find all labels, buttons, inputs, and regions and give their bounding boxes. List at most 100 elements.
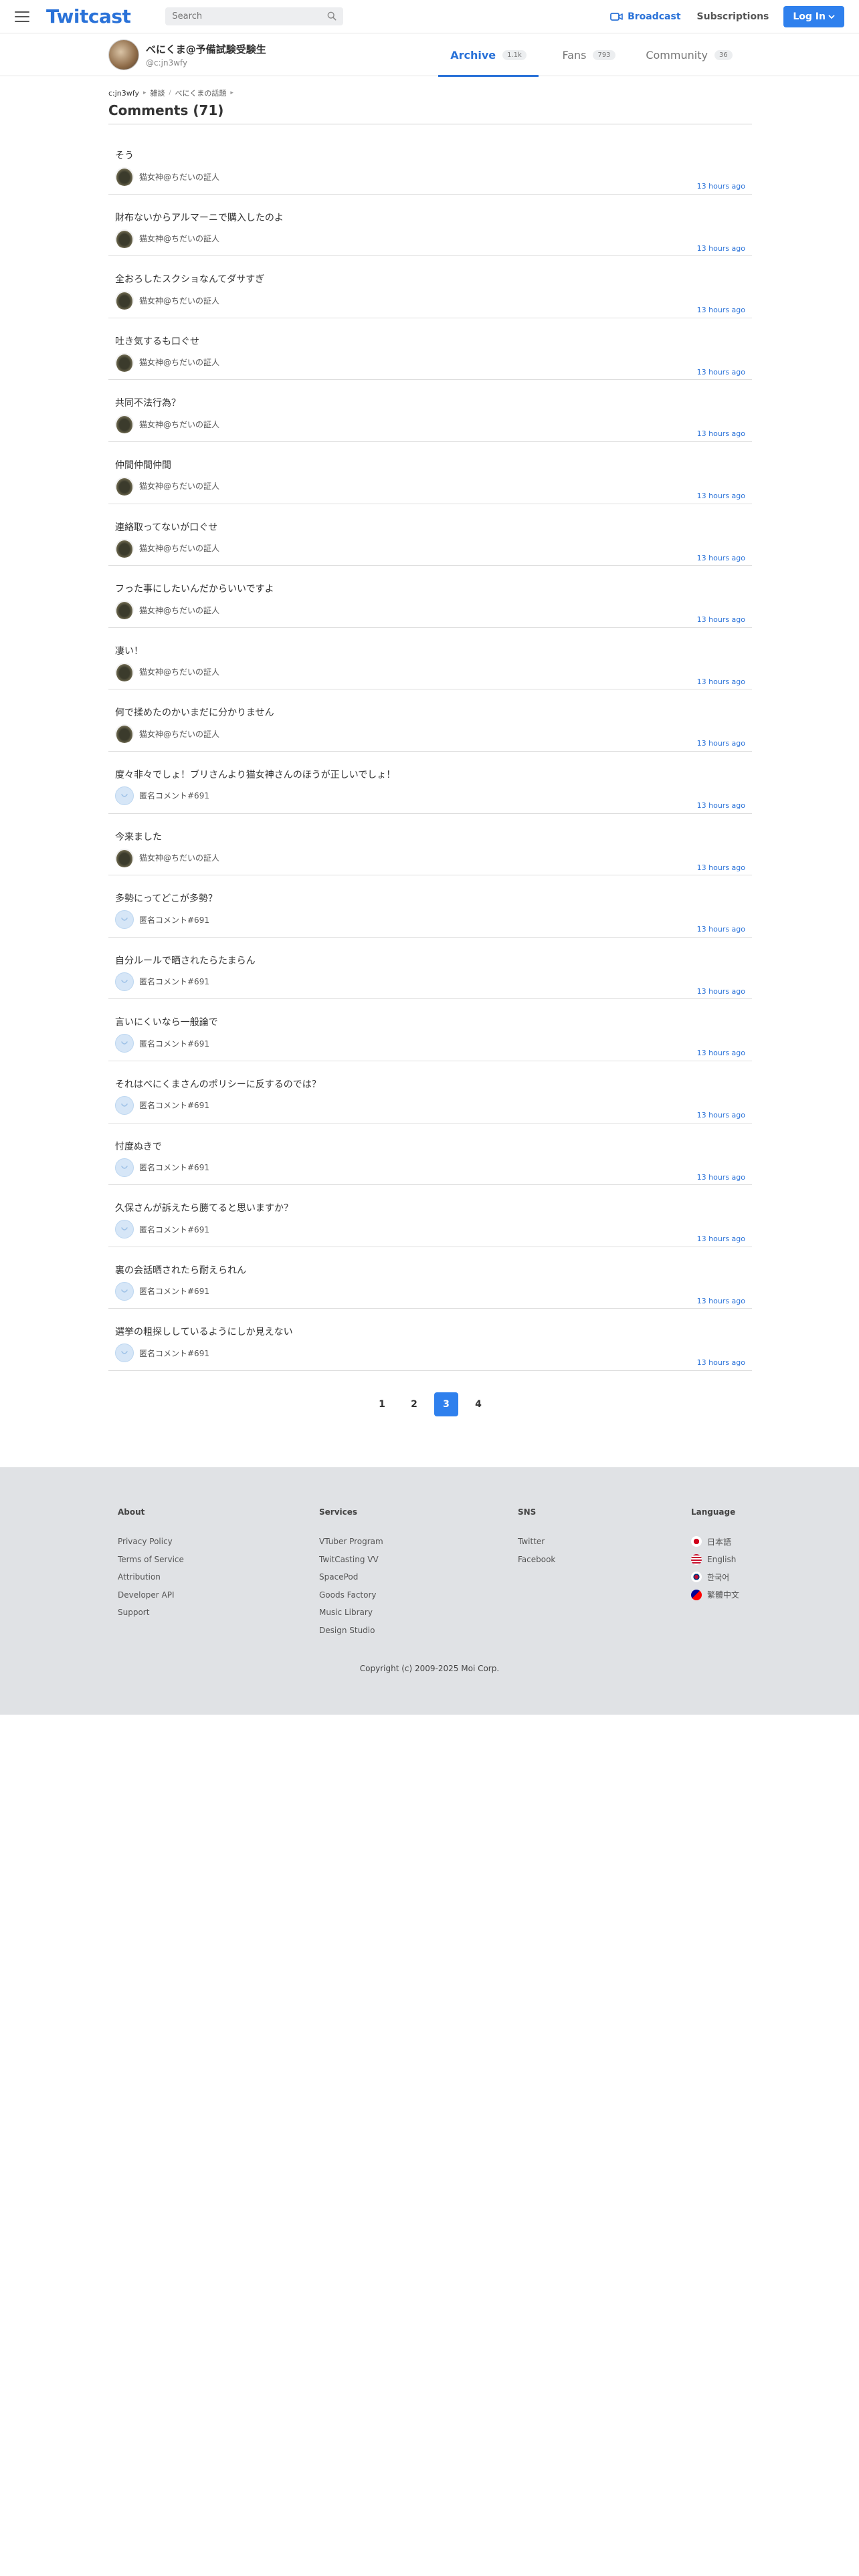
comment-author[interactable]: 匿名コメント#691 (115, 786, 209, 805)
comment-author[interactable]: 猫女神@ちだいの証人 (115, 476, 219, 496)
footer-link-services[interactable]: Design Studio (319, 1622, 383, 1640)
anonymous-avatar-icon[interactable] (115, 910, 134, 930)
footer-link-language[interactable]: 繁體中文 (691, 1586, 739, 1604)
user-avatar[interactable] (115, 476, 134, 496)
anonymous-avatar-icon[interactable] (115, 1158, 134, 1177)
page-button-3[interactable]: 3 (434, 1392, 458, 1416)
comment-author[interactable]: 猫女神@ちだいの証人 (115, 724, 219, 744)
comment-author-name[interactable]: 猫女神@ちだいの証人 (139, 605, 219, 616)
comment-author[interactable]: 猫女神@ちだいの証人 (115, 352, 219, 372)
comment-timestamp[interactable]: 13 hours ago (697, 1358, 745, 1367)
comment-author[interactable]: 匿名コメント#691 (115, 1220, 209, 1239)
comment-timestamp[interactable]: 13 hours ago (697, 677, 745, 686)
comment-author[interactable]: 猫女神@ちだいの証人 (115, 538, 219, 558)
comment-author[interactable]: 匿名コメント#691 (115, 1095, 209, 1115)
search-icon[interactable] (327, 11, 337, 21)
comment-timestamp[interactable]: 13 hours ago (697, 739, 745, 748)
comment-author[interactable]: 猫女神@ちだいの証人 (115, 601, 219, 620)
comment-author-name[interactable]: 猫女神@ちだいの証人 (139, 480, 219, 492)
comment-author-name[interactable]: 猫女神@ちだいの証人 (139, 666, 219, 677)
comment-timestamp[interactable]: 13 hours ago (697, 554, 745, 562)
comment-author-name[interactable]: 匿名コメント#691 (139, 790, 209, 801)
comment-timestamp[interactable]: 13 hours ago (697, 615, 745, 624)
comment-author-name[interactable]: 匿名コメント#691 (139, 1038, 209, 1049)
comment-author[interactable]: 匿名コメント#691 (115, 1158, 209, 1177)
broadcast-button[interactable]: Broadcast (610, 11, 681, 22)
footer-link-services[interactable]: TwitCasting VV (319, 1551, 383, 1569)
footer-link-about[interactable]: Developer API (118, 1586, 184, 1604)
tab-community[interactable]: Community 36 (639, 33, 739, 76)
breadcrumb-category[interactable]: 雑談 (151, 88, 165, 98)
footer-link-services[interactable]: VTuber Program (319, 1533, 383, 1551)
comment-author-name[interactable]: 匿名コメント#691 (139, 1099, 209, 1111)
footer-link-sns[interactable]: Twitter (518, 1533, 555, 1551)
page-button-1[interactable]: 1 (370, 1392, 394, 1416)
comment-timestamp[interactable]: 13 hours ago (697, 306, 745, 314)
user-avatar[interactable] (115, 662, 134, 681)
comment-author-name[interactable]: 猫女神@ちだいの証人 (139, 728, 219, 740)
user-avatar[interactable] (115, 415, 134, 434)
subscriptions-link[interactable]: Subscriptions (697, 11, 769, 22)
footer-link-sns[interactable]: Facebook (518, 1551, 555, 1569)
user-avatar[interactable] (115, 167, 134, 186)
footer-link-language[interactable]: 한국어 (691, 1568, 739, 1586)
comment-timestamp[interactable]: 13 hours ago (697, 925, 745, 934)
comment-author-name[interactable]: 猫女神@ちだいの証人 (139, 171, 219, 183)
comment-author-name[interactable]: 匿名コメント#691 (139, 1162, 209, 1173)
comment-timestamp[interactable]: 13 hours ago (697, 1173, 745, 1182)
comment-timestamp[interactable]: 13 hours ago (697, 1297, 745, 1305)
comment-author-name[interactable]: 猫女神@ちだいの証人 (139, 295, 219, 306)
comment-author-name[interactable]: 匿名コメント#691 (139, 976, 209, 987)
comment-author-name[interactable]: 猫女神@ちだいの証人 (139, 233, 219, 244)
tab-fans[interactable]: Fans 793 (539, 33, 639, 76)
menu-icon[interactable] (15, 11, 29, 22)
footer-link-about[interactable]: Support (118, 1604, 184, 1622)
anonymous-avatar-icon[interactable] (115, 1281, 134, 1301)
comment-author-name[interactable]: 匿名コメント#691 (139, 1285, 209, 1297)
footer-link-language[interactable]: English (691, 1551, 739, 1569)
profile-avatar[interactable] (108, 39, 139, 70)
comment-author[interactable]: 猫女神@ちだいの証人 (115, 662, 219, 681)
comment-timestamp[interactable]: 13 hours ago (697, 1111, 745, 1119)
tab-archive[interactable]: Archive 1.1k (438, 33, 539, 77)
anonymous-avatar-icon[interactable] (115, 1095, 134, 1115)
comment-timestamp[interactable]: 13 hours ago (697, 863, 745, 872)
footer-link-language[interactable]: 日本語 (691, 1533, 739, 1551)
footer-link-services[interactable]: SpacePod (319, 1568, 383, 1586)
comment-author-name[interactable]: 猫女神@ちだいの証人 (139, 542, 219, 554)
comment-author[interactable]: 匿名コメント#691 (115, 972, 209, 991)
user-avatar[interactable] (115, 229, 134, 248)
comment-author[interactable]: 匿名コメント#691 (115, 1344, 209, 1363)
comment-author[interactable]: 猫女神@ちだいの証人 (115, 848, 219, 867)
page-button-4[interactable]: 4 (466, 1392, 490, 1416)
footer-link-services[interactable]: Goods Factory (319, 1586, 383, 1604)
footer-link-about[interactable]: Attribution (118, 1568, 184, 1586)
user-avatar[interactable] (115, 848, 134, 867)
comment-timestamp[interactable]: 13 hours ago (697, 1049, 745, 1057)
comment-author-name[interactable]: 匿名コメント#691 (139, 1224, 209, 1235)
comment-timestamp[interactable]: 13 hours ago (697, 801, 745, 810)
comment-timestamp[interactable]: 13 hours ago (697, 244, 745, 253)
comment-author-name[interactable]: 匿名コメント#691 (139, 914, 209, 926)
footer-link-services[interactable]: Music Library (319, 1604, 383, 1622)
user-avatar[interactable] (115, 352, 134, 372)
comment-timestamp[interactable]: 13 hours ago (697, 429, 745, 438)
anonymous-avatar-icon[interactable] (115, 1220, 134, 1239)
comment-author-name[interactable]: 猫女神@ちだいの証人 (139, 852, 219, 863)
footer-link-about[interactable]: Privacy Policy (118, 1533, 184, 1551)
user-avatar[interactable] (115, 291, 134, 310)
breadcrumb-user[interactable]: c:jn3wfy (108, 89, 139, 98)
anonymous-avatar-icon[interactable] (115, 1034, 134, 1053)
comment-author[interactable]: 匿名コメント#691 (115, 910, 209, 930)
footer-link-about[interactable]: Terms of Service (118, 1551, 184, 1569)
comment-author[interactable]: 猫女神@ちだいの証人 (115, 167, 219, 186)
comment-timestamp[interactable]: 13 hours ago (697, 492, 745, 500)
comment-author-name[interactable]: 猫女神@ちだいの証人 (139, 419, 219, 430)
comment-author[interactable]: 匿名コメント#691 (115, 1034, 209, 1053)
breadcrumb-topic[interactable]: べにくまの話題 (175, 88, 227, 98)
comment-author-name[interactable]: 匿名コメント#691 (139, 1348, 209, 1359)
anonymous-avatar-icon[interactable] (115, 786, 134, 805)
user-avatar[interactable] (115, 538, 134, 558)
user-avatar[interactable] (115, 601, 134, 620)
profile-name[interactable]: べにくま@予備試験受験生 (146, 42, 266, 56)
